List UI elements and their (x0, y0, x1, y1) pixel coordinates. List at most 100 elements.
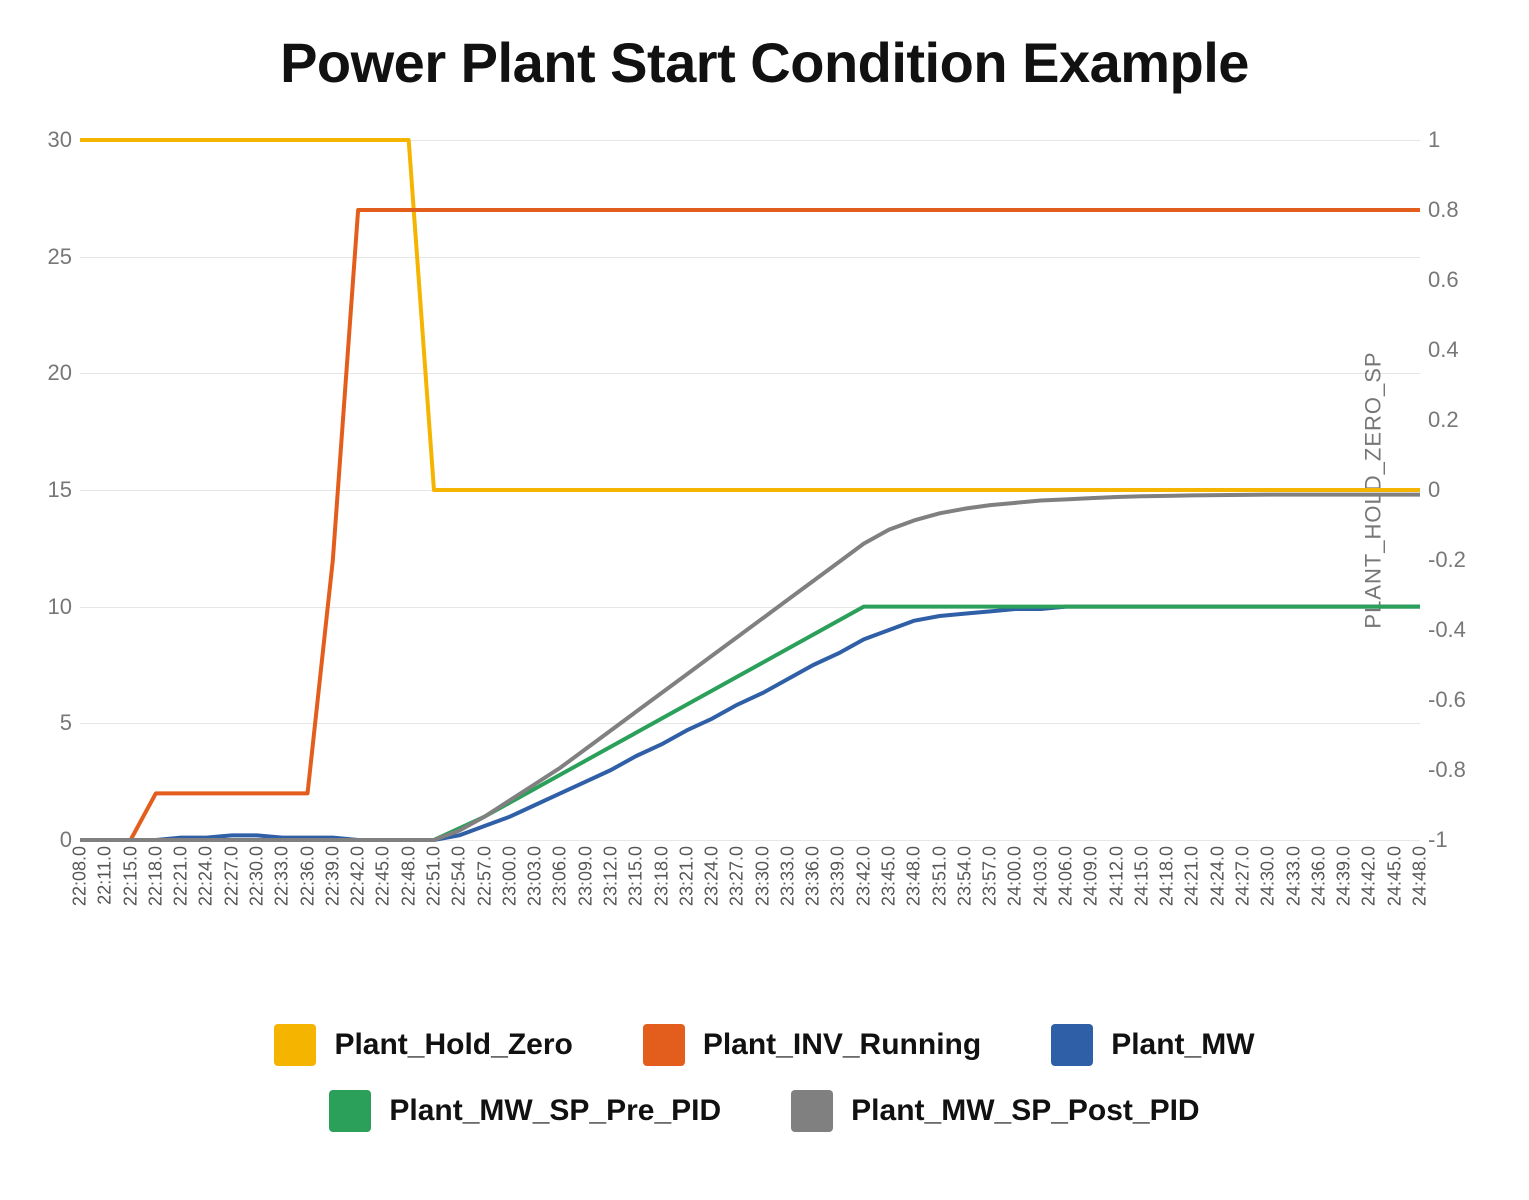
legend-label: Plant_MW_SP_Pre_PID (389, 1094, 721, 1128)
x-tick-label: 22:33.0 (272, 846, 293, 906)
legend: Plant_Hold_Zero Plant_INV_Running Plant_MW… (0, 1000, 1529, 1132)
y-right-tick-label: -0.8 (1428, 757, 1466, 783)
x-tick-label: 22:30.0 (246, 846, 267, 906)
x-tick-label: 22:54.0 (449, 846, 470, 906)
x-tick-label: 23:36.0 (803, 846, 824, 906)
x-tick-label: 22:39.0 (322, 846, 343, 906)
x-tick-label: 24:36.0 (1308, 846, 1329, 906)
y-left-tick-label: 5 (60, 710, 72, 736)
y-right-tick-label: 0.4 (1428, 337, 1459, 363)
series-Plant_MW (80, 607, 1420, 840)
x-tick-label: 24:48.0 (1410, 846, 1431, 906)
x-tick-label: 24:24.0 (1207, 846, 1228, 906)
x-tick-label: 24:39.0 (1334, 846, 1355, 906)
chart-page: Power Plant Start Condition Example 0510… (0, 0, 1529, 1200)
x-tick-label: 23:42.0 (853, 846, 874, 906)
legend-swatch (791, 1090, 833, 1132)
legend-label: Plant_Hold_Zero (334, 1028, 572, 1062)
x-tick-label: 23:24.0 (702, 846, 723, 906)
y-left-tick-label: 30 (48, 127, 72, 153)
y-right-tick-label: 0 (1428, 477, 1440, 503)
series-Plant_INV_Running (80, 210, 1420, 840)
x-tick-label: 23:33.0 (777, 846, 798, 906)
x-axis: 22:08.022:11.022:15.022:18.022:21.022:24… (80, 846, 1420, 976)
legend-swatch (1051, 1024, 1093, 1066)
legend-item-Plant_MW_SP_Pre_PID: Plant_MW_SP_Pre_PID (329, 1090, 721, 1132)
x-tick-label: 22:51.0 (423, 846, 444, 906)
x-tick-label: 23:39.0 (828, 846, 849, 906)
x-tick-label: 22:08.0 (70, 846, 91, 906)
legend-swatch (329, 1090, 371, 1132)
legend-item-Plant_Hold_Zero: Plant_Hold_Zero (274, 1024, 572, 1066)
x-tick-label: 23:48.0 (904, 846, 925, 906)
x-tick-label: 24:27.0 (1233, 846, 1254, 906)
x-tick-label: 22:21.0 (171, 846, 192, 906)
x-tick-label: 23:30.0 (752, 846, 773, 906)
legend-swatch (643, 1024, 685, 1066)
legend-label: Plant_MW_SP_Post_PID (851, 1094, 1199, 1128)
y-left-tick-label: 10 (48, 594, 72, 620)
x-tick-label: 22:48.0 (398, 846, 419, 906)
legend-item-Plant_MW: Plant_MW (1051, 1024, 1254, 1066)
legend-row-2: Plant_MW_SP_Pre_PID Plant_MW_SP_Post_PID (0, 1090, 1529, 1132)
x-tick-label: 22:15.0 (120, 846, 141, 906)
y-right-tick-label: -0.2 (1428, 547, 1466, 573)
legend-label: Plant_INV_Running (703, 1028, 981, 1062)
plot-area: 051015202530 -1-0.8-0.6-0.4-0.200.20.40.… (40, 120, 1488, 910)
x-tick-label: 24:45.0 (1384, 846, 1405, 906)
x-tick-label: 22:11.0 (95, 846, 116, 905)
x-tick-label: 24:00.0 (1005, 846, 1026, 906)
series-Plant_MW_SP_Post_PID (80, 495, 1420, 840)
x-tick-label: 24:33.0 (1283, 846, 1304, 906)
x-tick-label: 24:21.0 (1182, 846, 1203, 906)
x-tick-label: 23:51.0 (929, 846, 950, 906)
x-tick-label: 22:42.0 (348, 846, 369, 906)
legend-swatch (274, 1024, 316, 1066)
x-tick-label: 23:54.0 (954, 846, 975, 906)
y-left-tick-label: 15 (48, 477, 72, 503)
x-tick-label: 23:27.0 (727, 846, 748, 906)
x-tick-label: 24:12.0 (1106, 846, 1127, 906)
x-tick-label: 24:42.0 (1359, 846, 1380, 906)
x-tick-label: 23:15.0 (626, 846, 647, 906)
x-tick-label: 24:18.0 (1157, 846, 1178, 906)
x-tick-label: 22:24.0 (196, 846, 217, 906)
x-tick-label: 23:00.0 (499, 846, 520, 906)
legend-row-1: Plant_Hold_Zero Plant_INV_Running Plant_MW (0, 1024, 1529, 1066)
y-left-tick-label: 25 (48, 244, 72, 270)
chart-title: Power Plant Start Condition Example (0, 30, 1529, 95)
series-Plant_MW_SP_Pre_PID (80, 607, 1420, 840)
x-tick-label: 22:36.0 (297, 846, 318, 906)
x-tick-label: 24:06.0 (1056, 846, 1077, 906)
y-right-tick-label: 0.2 (1428, 407, 1459, 433)
y-right-tick-label: 0.8 (1428, 197, 1459, 223)
x-tick-label: 22:45.0 (373, 846, 394, 906)
x-tick-label: 24:15.0 (1131, 846, 1152, 906)
x-tick-label: 22:18.0 (145, 846, 166, 906)
x-tick-label: 24:03.0 (1030, 846, 1051, 906)
chart-lines-svg (80, 140, 1420, 840)
x-tick-label: 24:09.0 (1081, 846, 1102, 906)
x-tick-label: 22:57.0 (474, 846, 495, 906)
x-tick-label: 23:18.0 (651, 846, 672, 906)
x-tick-label: 23:57.0 (980, 846, 1001, 906)
y-left-tick-label: 20 (48, 360, 72, 386)
y-right-tick-label: -1 (1428, 827, 1448, 853)
plot-inner: 051015202530 -1-0.8-0.6-0.4-0.200.20.40.… (80, 140, 1420, 840)
y-right-tick-label: -0.4 (1428, 617, 1466, 643)
x-tick-label: 23:03.0 (525, 846, 546, 906)
legend-item-Plant_INV_Running: Plant_INV_Running (643, 1024, 981, 1066)
legend-label: Plant_MW (1111, 1028, 1254, 1062)
x-tick-label: 23:12.0 (600, 846, 621, 906)
legend-item-Plant_MW_SP_Post_PID: Plant_MW_SP_Post_PID (791, 1090, 1199, 1132)
x-tick-label: 23:21.0 (676, 846, 697, 906)
y-right-tick-label: 1 (1428, 127, 1440, 153)
x-tick-label: 24:30.0 (1258, 846, 1279, 906)
series-Plant_Hold_Zero (80, 140, 1420, 490)
x-tick-label: 23:09.0 (575, 846, 596, 906)
x-tick-label: 23:45.0 (879, 846, 900, 906)
y-right-tick-label: 0.6 (1428, 267, 1459, 293)
y-right-tick-label: -0.6 (1428, 687, 1466, 713)
x-tick-label: 23:06.0 (550, 846, 571, 906)
x-tick-label: 22:27.0 (221, 846, 242, 906)
